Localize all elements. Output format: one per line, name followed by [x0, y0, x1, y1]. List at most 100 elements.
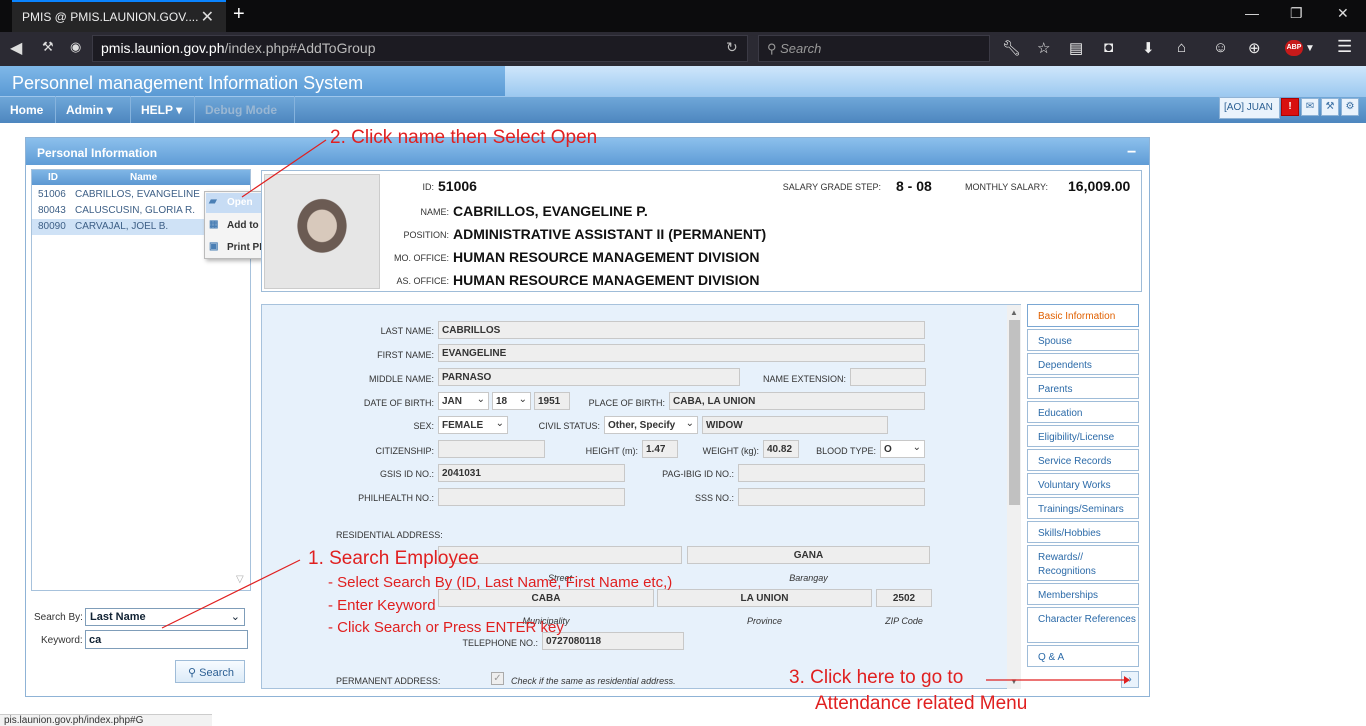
bookmark-star-icon[interactable]: ☆ — [1037, 39, 1050, 57]
tab-voluntary-works[interactable]: Voluntary Works — [1027, 473, 1139, 495]
tab-parents[interactable]: Parents — [1027, 377, 1139, 399]
url-path: /index.php#AddToGroup — [224, 40, 376, 56]
url-bar[interactable]: pmis.launion.gov.ph/index.php#AddToGroup — [92, 35, 748, 62]
sex-select[interactable]: FEMALE ⌄ — [438, 416, 508, 434]
gsis-field[interactable]: 2041031 — [438, 464, 625, 482]
dob-day-select[interactable]: 18 ⌄ — [492, 392, 531, 410]
province-field[interactable]: LA UNION — [657, 589, 872, 607]
window-close-icon[interactable]: ✕ — [1337, 5, 1349, 22]
reload-icon[interactable]: ↻ — [726, 39, 738, 56]
first-name-label: FIRST NAME: — [377, 350, 434, 360]
dob-month-select[interactable]: JAN ⌄ — [438, 392, 489, 410]
adblock-icon[interactable]: ABP — [1285, 40, 1303, 56]
permanent-address-label: PERMANENT ADDRESS: — [336, 676, 441, 686]
alert-icon[interactable]: ! — [1281, 98, 1299, 116]
settings-icon[interactable]: ⚙ — [1341, 98, 1359, 116]
menu-home[interactable]: Home — [0, 96, 56, 123]
employee-photo — [264, 174, 380, 289]
tab-character-references[interactable]: Character References — [1027, 607, 1139, 643]
extension-globe-icon[interactable]: ⊕ — [1248, 39, 1261, 57]
chevron-down-icon[interactable]: ▼ — [1305, 43, 1315, 54]
sss-label: SSS NO.: — [694, 493, 734, 503]
municipality-field[interactable]: CABA — [438, 589, 654, 607]
last-name-field[interactable]: CABRILLOS — [438, 321, 925, 339]
back-icon[interactable]: ◀ — [10, 38, 22, 58]
chevron-down-icon: ⌄ — [476, 394, 485, 405]
philhealth-field[interactable] — [438, 488, 625, 506]
site-info-icon[interactable]: ⚒ — [42, 39, 54, 55]
tab-rewards[interactable]: Rewards// Recognitions — [1027, 545, 1139, 581]
barangay-field[interactable]: GANA — [687, 546, 930, 564]
close-tab-icon[interactable]: ✕ — [201, 7, 214, 27]
citizenship-label: CITIZENSHIP: — [375, 446, 434, 456]
minimize-icon[interactable]: — — [1245, 5, 1259, 21]
restore-icon[interactable]: ❐ — [1290, 5, 1303, 22]
keyword-input[interactable]: ca — [85, 630, 248, 649]
reading-list-icon[interactable]: ▤ — [1069, 39, 1083, 57]
download-icon[interactable]: ⬇ — [1142, 39, 1155, 57]
search-icon: ⚲ — [767, 41, 781, 56]
name-extension-field[interactable] — [850, 368, 926, 386]
tools-icon[interactable]: ⚒ — [1321, 98, 1339, 116]
search-button[interactable]: ⚲ Search — [175, 660, 245, 683]
tab-education[interactable]: Education — [1027, 401, 1139, 423]
employee-name: CALUSCUSIN, GLORIA R. — [75, 205, 196, 216]
new-tab-icon[interactable]: + — [233, 3, 245, 26]
browser-search-input[interactable]: ⚲ Search — [758, 35, 990, 62]
dob-year-field[interactable]: 1951 — [534, 392, 570, 410]
weight-field[interactable]: 40.82 — [763, 440, 799, 458]
search-by-value: Last Name — [90, 611, 146, 623]
menu-admin[interactable]: Admin ▾ — [56, 96, 131, 123]
dob-month-value: JAN — [442, 396, 463, 407]
wrench-icon[interactable]: 🔧︎ — [1002, 39, 1021, 57]
same-address-checkbox[interactable]: ✓ — [491, 672, 504, 685]
menu-help[interactable]: HELP ▾ — [131, 96, 195, 123]
menu-debug-mode[interactable]: Debug Mode — [195, 96, 295, 123]
scroll-down-icon[interactable]: ▼ — [1010, 677, 1018, 686]
pob-field[interactable]: CABA, LA UNION — [669, 392, 925, 410]
tab-basic-information[interactable]: Basic Information — [1027, 304, 1139, 327]
pagibig-field[interactable] — [738, 464, 925, 482]
scroll-up-icon[interactable]: ▲ — [1010, 308, 1018, 317]
civil-status-select[interactable]: Other, Specify ⌄ — [604, 416, 698, 434]
blood-type-select[interactable]: O ⌄ — [880, 440, 925, 458]
mail-icon[interactable]: ✉ — [1301, 98, 1319, 116]
civil-status-other-field[interactable]: WIDOW — [702, 416, 888, 434]
list-scroll-down-icon[interactable]: ▽ — [236, 574, 244, 585]
employee-name: CARVAJAL, JOEL B. — [75, 221, 169, 232]
dob-label: DATE OF BIRTH: — [363, 398, 434, 408]
middle-name-field[interactable]: PARNASO — [438, 368, 740, 386]
tab-service-records[interactable]: Service Records — [1027, 449, 1139, 471]
tab-qa[interactable]: Q & A — [1027, 645, 1139, 667]
user-badge[interactable]: [AO] JUAN — [1219, 97, 1280, 119]
citizenship-field[interactable] — [438, 440, 545, 458]
next-arrow-icon[interactable]: › — [1121, 671, 1139, 688]
zip-field[interactable]: 2502 — [876, 589, 932, 607]
tab-trainings[interactable]: Trainings/Seminars — [1027, 497, 1139, 519]
hamburger-menu-icon[interactable]: ☰ — [1337, 37, 1352, 57]
tab-memberships[interactable]: Memberships — [1027, 583, 1139, 605]
tab-spouse[interactable]: Spouse — [1027, 329, 1139, 351]
sss-field[interactable] — [738, 488, 925, 506]
pocket-icon[interactable]: ◘ — [1104, 39, 1113, 56]
browser-tab[interactable]: PMIS @ PMIS.LAUNION.GOV.... ✕ — [12, 0, 226, 32]
tab-skills[interactable]: Skills/Hobbies — [1027, 521, 1139, 543]
sex-value: FEMALE — [442, 420, 484, 431]
annotation-step1-a: - Select Search By (ID, Last Name, First… — [328, 574, 673, 591]
tab-dependents[interactable]: Dependents — [1027, 353, 1139, 375]
folder-open-icon: ▰ — [209, 196, 217, 207]
first-name-field[interactable]: EVANGELINE — [438, 344, 925, 362]
collapse-icon[interactable]: − — [1127, 144, 1136, 162]
chevron-down-icon: ⌄ — [685, 418, 694, 429]
annotation-step1-title: 1. Search Employee — [308, 548, 480, 569]
tab-eligibility[interactable]: Eligibility/License — [1027, 425, 1139, 447]
search-by-select[interactable]: Last Name ⌄ — [85, 608, 245, 626]
globe-icon: ◉ — [70, 39, 82, 54]
height-field[interactable]: 1.47 — [642, 440, 678, 458]
home-icon[interactable]: ⌂ — [1177, 39, 1186, 56]
col-id-header: ID — [48, 172, 58, 183]
emoji-icon[interactable]: ☺ — [1213, 39, 1228, 56]
group-icon: ▦ — [209, 219, 219, 230]
chevron-down-icon: ⌄ — [518, 394, 527, 405]
form-scrollbar-thumb[interactable] — [1009, 320, 1020, 505]
